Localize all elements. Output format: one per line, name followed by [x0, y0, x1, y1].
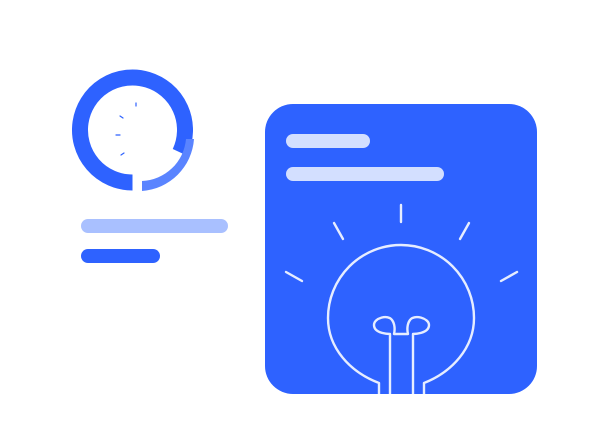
idea-card	[265, 104, 537, 394]
gauge-tick	[120, 152, 125, 156]
placeholder-line-short	[81, 249, 160, 263]
gauge-segment	[142, 139, 194, 191]
gauge-icon	[72, 69, 194, 191]
gauge-ticks	[115, 102, 137, 156]
gauge-ring	[72, 69, 193, 191]
placeholder-line-long	[81, 219, 228, 233]
card-placeholder-line-long	[286, 167, 444, 181]
card-placeholder-line-short	[286, 134, 370, 148]
illustration	[72, 69, 537, 394]
illustration-canvas	[0, 0, 591, 444]
gauge-tick	[119, 115, 124, 119]
